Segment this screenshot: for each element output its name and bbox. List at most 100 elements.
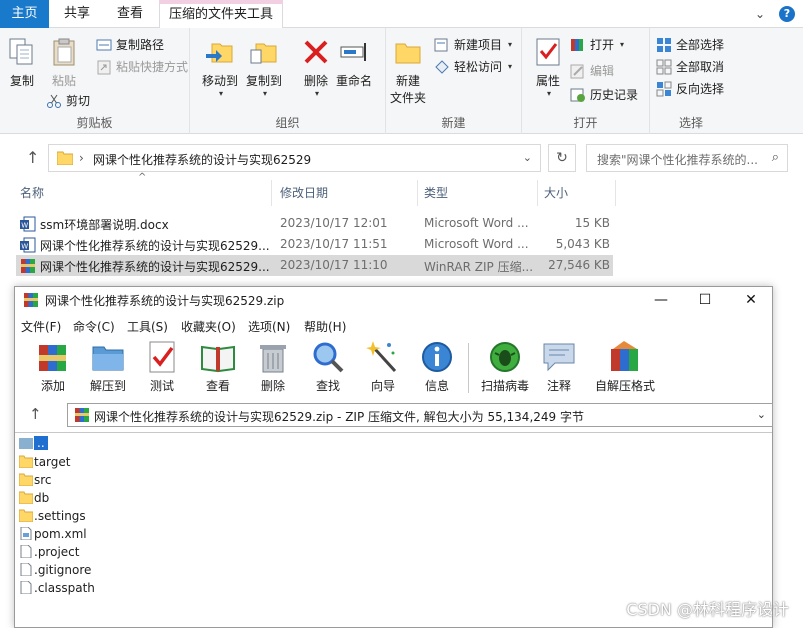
- menu-tools[interactable]: 工具(S): [127, 318, 168, 335]
- paste-shortcut-button[interactable]: 粘贴快捷方式: [96, 58, 188, 75]
- clipboard-group-label: 剪贴板: [76, 116, 113, 130]
- folder-icon: [19, 455, 33, 468]
- list-item-label: .classpath: [34, 581, 95, 595]
- tab-home[interactable]: 主页: [0, 0, 49, 28]
- folder-icon: [19, 491, 33, 504]
- new-folder-button[interactable]: 新建 文件夹: [390, 36, 426, 106]
- up-arrow-icon[interactable]: ↑: [26, 148, 39, 167]
- paste-button[interactable]: 粘贴: [48, 36, 80, 89]
- sfx-button[interactable]: 自解压格式: [593, 339, 657, 394]
- delete-archive-button[interactable]: 删除: [247, 339, 299, 394]
- move-to-button[interactable]: 移动到 ▾: [202, 36, 238, 98]
- chevron-down-icon: ⌄: [756, 408, 766, 421]
- list-item-label: db: [34, 491, 50, 505]
- paste-label: 粘贴: [51, 74, 76, 88]
- view-book-icon: [201, 345, 235, 373]
- column-header-type[interactable]: 类型: [420, 180, 538, 206]
- ribbon-group-select: 全部选择 全部取消 反向选择 选择: [650, 28, 732, 134]
- archive-path-text: 网课个性化推荐系统的设计与实现62529.zip - ZIP 压缩文件, 解包大…: [94, 410, 584, 424]
- refresh-button[interactable]: ↻: [548, 144, 576, 172]
- file-row[interactable]: W 网课个性化推荐系统的设计与实现62529... 2023/10/17 11:…: [16, 234, 613, 255]
- winrar-title-bar[interactable]: 网课个性化推荐系统的设计与实现62529.zip — ☐ ✕: [15, 287, 772, 313]
- history-button[interactable]: 历史记录: [570, 86, 638, 103]
- delete-x-icon: [304, 40, 328, 64]
- toolbar-divider: [468, 343, 469, 393]
- svg-text:W: W: [21, 222, 28, 230]
- file-size: 5,043 KB: [555, 237, 610, 251]
- file-row-selected[interactable]: 网课个性化推荐系统的设计与实现62529... 2023/10/17 11:10…: [16, 255, 613, 276]
- select-none-button[interactable]: 全部取消: [656, 58, 724, 75]
- menu-favorites[interactable]: 收藏夹(O): [181, 318, 236, 335]
- column-header-size[interactable]: 大小: [540, 180, 616, 206]
- paste-icon: [53, 38, 75, 66]
- tab-share[interactable]: 共享: [52, 0, 102, 28]
- file-icon: [20, 545, 32, 558]
- wizard-button[interactable]: 向导: [357, 339, 409, 394]
- ribbon: 复制 粘贴 复制路径 粘贴快捷方式 剪切 剪贴板 移动到 ▾ 复制到 ▾ 删除 …: [0, 28, 803, 134]
- list-item-label: .project: [34, 545, 80, 559]
- expand-ribbon-chevron-icon[interactable]: ⌄: [755, 7, 765, 21]
- breadcrumb-chevron-icon[interactable]: ›: [79, 151, 84, 165]
- column-header-date[interactable]: 修改日期: [276, 180, 418, 206]
- copy-to-icon: [250, 43, 277, 64]
- new-item-button[interactable]: 新建项目 ▾: [434, 36, 512, 53]
- info-icon: [422, 342, 452, 372]
- search-input[interactable]: 搜索"网课个性化推荐系统的... ⌕: [586, 144, 788, 172]
- invert-selection-icon: [656, 81, 672, 96]
- move-to-dropdown-icon: ▾: [219, 89, 224, 98]
- list-item-label: ..: [34, 436, 48, 450]
- menu-help[interactable]: 帮助(H): [304, 318, 346, 335]
- menu-options[interactable]: 选项(N): [248, 318, 290, 335]
- ribbon-group-organize: 移动到 ▾ 复制到 ▾ 删除 ▾ 重命名 组织: [190, 28, 386, 134]
- archive-path-dropdown[interactable]: 网课个性化推荐系统的设计与实现62529.zip - ZIP 压缩文件, 解包大…: [67, 403, 773, 427]
- file-date: 2023/10/17 11:10: [280, 258, 388, 272]
- copy-button[interactable]: 复制: [6, 36, 38, 89]
- minimize-icon[interactable]: —: [651, 290, 671, 310]
- up-arrow-icon[interactable]: ↑: [29, 405, 42, 423]
- magic-wand-icon: [366, 341, 397, 373]
- file-row[interactable]: W ssm环境部署说明.docx 2023/10/17 12:01 Micros…: [16, 213, 613, 234]
- list-item-label: target: [34, 455, 71, 469]
- file-type: WinRAR ZIP 压缩...: [424, 260, 534, 274]
- view-button[interactable]: 查看: [192, 339, 244, 394]
- comment-button[interactable]: 注释: [533, 339, 585, 394]
- extract-to-button[interactable]: 解压到: [82, 339, 134, 394]
- invert-selection-button[interactable]: 反向选择: [656, 80, 724, 97]
- add-button[interactable]: 添加: [27, 339, 79, 394]
- close-icon[interactable]: ✕: [741, 290, 761, 310]
- folder-icon: [19, 509, 33, 522]
- help-icon[interactable]: ?: [779, 6, 795, 22]
- maximize-icon[interactable]: ☐: [695, 290, 715, 310]
- delete-button[interactable]: 删除 ▾: [300, 36, 332, 98]
- word-icon: W: [20, 237, 36, 253]
- column-header-name[interactable]: 名称: [16, 180, 272, 206]
- menu-commands[interactable]: 命令(C): [73, 318, 115, 335]
- scan-virus-label: 扫描病毒: [480, 379, 529, 393]
- address-bar[interactable]: › 网课个性化推荐系统的设计与实现62529 ⌄: [48, 144, 541, 172]
- rename-button[interactable]: 重命名: [336, 36, 372, 89]
- tab-view[interactable]: 查看: [106, 0, 154, 28]
- move-to-icon: [206, 43, 233, 63]
- properties-button[interactable]: 属性 ▾: [532, 36, 564, 98]
- ribbon-group-clipboard: 复制 粘贴 复制路径 粘贴快捷方式 剪切 剪贴板: [0, 28, 190, 134]
- edit-button[interactable]: 编辑: [570, 62, 614, 79]
- open-button[interactable]: 打开 ▾: [570, 36, 624, 53]
- scan-virus-button[interactable]: 扫描病毒: [476, 339, 534, 394]
- test-button[interactable]: 测试: [136, 339, 188, 394]
- copy-path-label: 复制路径: [116, 38, 165, 52]
- delete-archive-label: 删除: [260, 379, 285, 393]
- breadcrumb-path[interactable]: 网课个性化推荐系统的设计与实现62529: [93, 151, 311, 168]
- winrar-toolbar: 添加 解压到 测试 查看 删除 查找 向导 信息 扫描病毒 注释 自解压格式: [15, 337, 772, 399]
- address-dropdown-icon[interactable]: ⌄: [523, 151, 532, 164]
- info-button[interactable]: 信息: [411, 339, 463, 394]
- delete-dropdown-icon: ▾: [314, 89, 319, 98]
- find-button[interactable]: 查找: [302, 339, 354, 394]
- menu-file[interactable]: 文件(F): [21, 318, 61, 335]
- copy-path-button[interactable]: 复制路径: [96, 36, 164, 53]
- winrar-menu-bar: 文件(F) 命令(C) 工具(S) 收藏夹(O) 选项(N) 帮助(H): [15, 315, 772, 337]
- easy-access-button[interactable]: 轻松访问 ▾: [434, 58, 512, 75]
- select-all-button[interactable]: 全部选择: [656, 36, 724, 53]
- copy-to-button[interactable]: 复制到 ▾: [246, 36, 282, 98]
- cut-button[interactable]: 剪切: [46, 92, 90, 109]
- tab-compressed-folder-tools[interactable]: 压缩的文件夹工具: [159, 0, 283, 29]
